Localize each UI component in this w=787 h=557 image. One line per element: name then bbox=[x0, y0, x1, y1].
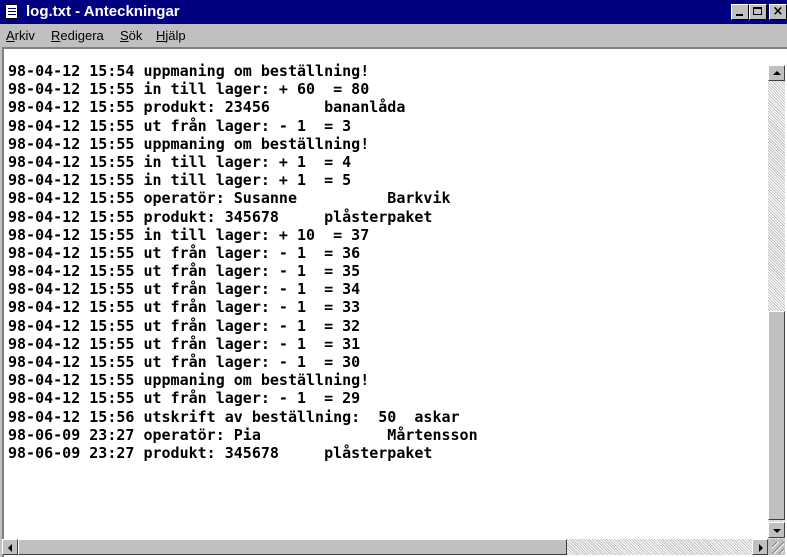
menu-bar: Arkiv Redigera Sök Hjälp bbox=[0, 24, 787, 46]
text-line: 98-04-12 15:55 in till lager: + 1 = 4 bbox=[8, 152, 352, 171]
resize-grip-icon bbox=[772, 542, 784, 554]
text-line: 98-04-12 15:55 ut från lager: - 1 = 3 bbox=[8, 116, 352, 135]
text-line: 98-04-12 15:55 operatör: Susanne Barkvik bbox=[8, 189, 451, 208]
text-line: 98-04-12 15:55 in till lager: + 1 = 5 bbox=[8, 171, 352, 190]
text-line: 98-06-09 23:27 produkt: 345678 plåsterpa… bbox=[8, 443, 433, 462]
notepad-icon[interactable] bbox=[5, 4, 18, 19]
horizontal-scrollbar[interactable] bbox=[2, 539, 768, 555]
menu-arkiv[interactable]: Arkiv bbox=[6, 28, 35, 43]
menu-sok-label: ök bbox=[128, 28, 143, 43]
text-line: 98-04-12 15:55 ut från lager: - 1 = 36 bbox=[8, 243, 361, 262]
minimize-button[interactable] bbox=[731, 4, 749, 20]
menu-sok-accel: S bbox=[120, 28, 129, 43]
menu-arkiv-accel: A bbox=[6, 28, 15, 43]
text-line: 98-04-12 15:55 ut från lager: - 1 = 29 bbox=[8, 389, 361, 408]
notepad-window: log.txt - Anteckningar × Arkiv Redigera … bbox=[0, 0, 787, 557]
text-line: 98-04-12 15:55 uppmaning om beställning! bbox=[8, 371, 370, 390]
text-line: 98-04-12 15:55 in till lager: + 60 = 80 bbox=[8, 80, 370, 99]
arrow-up-icon bbox=[773, 71, 781, 75]
menu-sok[interactable]: Sök bbox=[120, 28, 142, 43]
text-line: 98-04-12 15:55 produkt: 345678 plåsterpa… bbox=[8, 207, 433, 226]
text-line: 98-06-09 23:27 operatör: Pia Mårtensson bbox=[8, 425, 478, 444]
text-line: 98-04-12 15:55 ut från lager: - 1 = 34 bbox=[8, 280, 361, 299]
close-button[interactable]: × bbox=[769, 4, 787, 20]
text-line: 98-04-12 15:55 ut från lager: - 1 = 35 bbox=[8, 262, 361, 281]
menu-redigera[interactable]: Redigera bbox=[51, 28, 104, 43]
menu-hjalp-accel: H bbox=[156, 28, 166, 43]
size-grip[interactable] bbox=[768, 539, 785, 555]
menu-hjalp-label: jälp bbox=[165, 28, 186, 43]
menu-hjalp[interactable]: Hjälp bbox=[156, 28, 186, 43]
text-content[interactable]: 98-04-12 15:54 uppmaning om beställning!… bbox=[8, 62, 748, 532]
text-line: 98-04-12 15:54 uppmaning om beställning! bbox=[8, 62, 370, 80]
horizontal-scroll-thumb[interactable] bbox=[18, 539, 567, 555]
title-bar[interactable]: log.txt - Anteckningar × bbox=[0, 0, 787, 24]
text-line: 98-04-12 15:55 produkt: 23456 bananlåda bbox=[8, 98, 406, 117]
window-title: log.txt - Anteckningar bbox=[26, 3, 180, 20]
text-line: 98-04-12 15:55 ut från lager: - 1 = 33 bbox=[8, 298, 361, 317]
maximize-button[interactable] bbox=[749, 4, 767, 20]
scroll-down-button[interactable] bbox=[768, 522, 785, 538]
vertical-scroll-thumb[interactable] bbox=[768, 311, 785, 520]
scroll-left-button[interactable] bbox=[2, 539, 18, 555]
scroll-right-button[interactable] bbox=[752, 539, 768, 555]
scroll-up-button[interactable] bbox=[768, 65, 785, 81]
vertical-scrollbar[interactable] bbox=[768, 65, 785, 550]
menu-redigera-label: edigera bbox=[60, 28, 104, 43]
text-line: 98-04-12 15:55 ut från lager: - 1 = 32 bbox=[8, 316, 361, 335]
menu-redigera-accel: R bbox=[51, 28, 61, 43]
text-line: 98-04-12 15:55 ut från lager: - 1 = 30 bbox=[8, 353, 361, 371]
menu-arkiv-label: rkiv bbox=[14, 28, 35, 43]
arrow-right-icon bbox=[759, 544, 763, 552]
arrow-down-icon bbox=[773, 529, 781, 533]
text-editor[interactable]: 98-04-12 15:54 uppmaning om beställning!… bbox=[2, 47, 787, 557]
text-line: 98-04-12 15:55 ut från lager: - 1 = 31 bbox=[8, 334, 361, 353]
arrow-left-icon bbox=[8, 544, 12, 552]
text-line: 98-04-12 15:56 utskrift av beställning: … bbox=[8, 407, 460, 426]
text-line: 98-04-12 15:55 uppmaning om beställning! bbox=[8, 134, 370, 153]
text-line: 98-04-12 15:55 in till lager: + 10 = 37 bbox=[8, 225, 370, 244]
